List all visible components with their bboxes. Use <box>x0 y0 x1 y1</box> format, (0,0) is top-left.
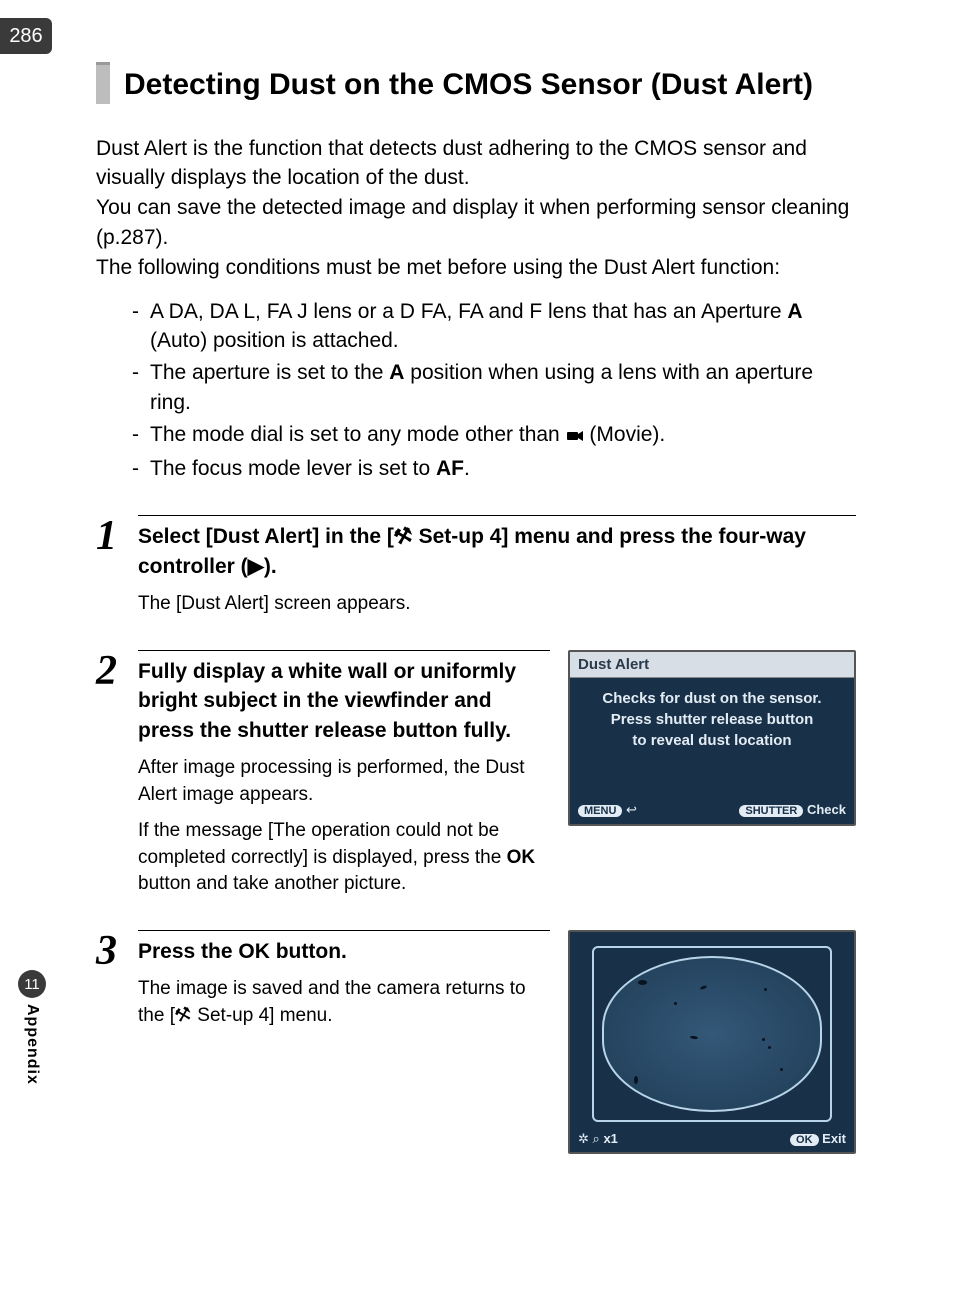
condition-4: The focus mode lever is set to AF. <box>132 454 856 484</box>
check-label: Check <box>807 802 846 817</box>
step-1-desc: The [Dust Alert] screen appears. <box>138 591 856 618</box>
intro-paragraphs: Dust Alert is the function that detects … <box>96 134 856 283</box>
content-area: Detecting Dust on the CMOS Sensor (Dust … <box>96 62 856 1154</box>
page-number-tab: 286 <box>0 18 52 54</box>
dial-icon: ✲ <box>578 1131 589 1146</box>
dust-speck <box>780 1068 783 1071</box>
ok-button-label: OK <box>790 1134 819 1146</box>
zoom-level: x1 <box>603 1131 617 1146</box>
movie-mode-icon <box>566 422 584 452</box>
right-arrow-icon: ▶ <box>248 555 264 578</box>
dust-speck <box>762 1038 765 1041</box>
page-number: 286 <box>9 25 42 48</box>
magnifier-icon: ⌕ <box>593 1131 600 1146</box>
ok-label: OK <box>507 847 536 868</box>
aperture-a-symbol: A <box>787 300 802 323</box>
dust-alert-lcd: Dust Alert Checks for dust on the sensor… <box>568 650 856 898</box>
af-symbol: AF <box>436 457 464 480</box>
intro-line-3: The following conditions must be met bef… <box>96 253 856 283</box>
step-1: 1 Select [Dust Alert] in the [⚒ Set-up 4… <box>96 515 856 617</box>
condition-2: The aperture is set to the A position wh… <box>132 358 856 418</box>
result-lcd-footer: ✲ ⌕ x1 OK Exit <box>570 1128 854 1152</box>
step-2-desc-2: If the message [The operation could not … <box>138 818 550 898</box>
dust-speck <box>674 1002 677 1005</box>
step-number-1: 1 <box>96 515 132 617</box>
condition-3: The mode dial is set to any mode other t… <box>132 420 856 452</box>
dust-speck <box>768 1046 771 1049</box>
step-3-title: Press the OK button. <box>138 930 550 966</box>
condition-1: A DA, DA L, FA J lens or a D FA, FA and … <box>132 297 856 357</box>
section-label: Appendix <box>23 1004 41 1085</box>
dust-speck <box>638 980 647 985</box>
step-2-title: Fully display a white wall or uniformly … <box>138 650 550 745</box>
section-number-badge: 11 <box>18 970 46 998</box>
dust-speck <box>634 1076 638 1084</box>
step-number-3: 3 <box>96 930 132 1154</box>
lcd-title: Dust Alert <box>570 652 854 678</box>
shutter-button-label: SHUTTER <box>739 805 803 817</box>
step-2-desc-1: After image processing is performed, the… <box>138 755 550 808</box>
back-icon: ↩ <box>626 802 637 817</box>
sensor-frame <box>592 946 832 1122</box>
ok-label: OK <box>238 940 270 963</box>
step-1-title: Select [Dust Alert] in the [⚒ Set-up 4] … <box>138 515 856 581</box>
dust-speck <box>700 985 708 990</box>
exit-label: Exit <box>822 1131 846 1146</box>
lcd-footer: MENU ↩ SHUTTER Check <box>570 798 854 824</box>
intro-line-2: You can save the detected image and disp… <box>96 193 856 253</box>
aperture-a-symbol: A <box>389 361 404 384</box>
step-number-2: 2 <box>96 650 132 898</box>
step-3-desc: The image is saved and the camera return… <box>138 976 550 1029</box>
title-accent-bar <box>96 62 110 104</box>
dust-alert-result-lcd: ✲ ⌕ x1 OK Exit <box>568 930 856 1154</box>
step-3: 3 Press the OK button. The image is save… <box>96 930 856 1154</box>
page: 286 11 Appendix Detecting Dust on the CM… <box>0 0 954 1314</box>
section-title: Detecting Dust on the CMOS Sensor (Dust … <box>124 62 813 104</box>
lcd-message: Checks for dust on the sensor. Press shu… <box>570 678 854 798</box>
section-title-block: Detecting Dust on the CMOS Sensor (Dust … <box>96 62 856 104</box>
step-2: 2 Fully display a white wall or uniforml… <box>96 650 856 898</box>
sensor-area <box>602 956 822 1112</box>
menu-button-label: MENU <box>578 805 622 817</box>
dust-speck <box>764 988 767 991</box>
dust-speck <box>690 1035 698 1039</box>
appendix-side-tab: 11 Appendix <box>18 970 46 1085</box>
intro-line-1: Dust Alert is the function that detects … <box>96 134 856 194</box>
conditions-list: A DA, DA L, FA J lens or a D FA, FA and … <box>96 297 856 484</box>
